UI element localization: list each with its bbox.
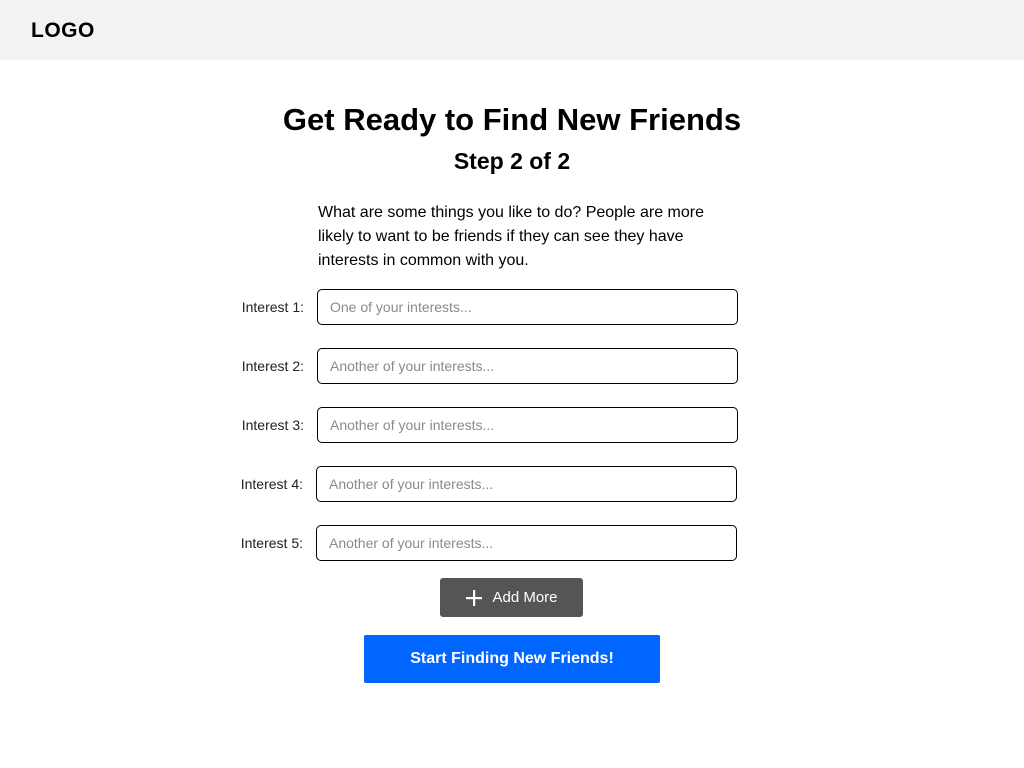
- interest-row-1: Interest 1:: [230, 289, 740, 325]
- interest-row-3: Interest 3:: [230, 407, 740, 443]
- page-title: Get Ready to Find New Friends: [282, 102, 742, 137]
- interest-label-4: Interest 4:: [240, 476, 303, 492]
- plus-icon: [465, 589, 483, 607]
- start-button-label: Start Finding New Friends!: [410, 650, 614, 667]
- step-indicator: Step 2 of 2: [453, 148, 571, 174]
- header-bar: LOGO: [0, 0, 1024, 60]
- interest-label-5: Interest 5:: [240, 535, 303, 551]
- logo[interactable]: LOGO: [31, 18, 95, 44]
- interest-input-4[interactable]: [316, 466, 737, 502]
- interest-input-5[interactable]: [316, 525, 737, 561]
- interest-input-3[interactable]: [317, 407, 738, 443]
- instructions-text: What are some things you like to do? Peo…: [318, 204, 704, 269]
- add-more-label: Add More: [492, 589, 558, 606]
- interest-row-2: Interest 2:: [230, 348, 740, 384]
- start-finding-friends-button[interactable]: Start Finding New Friends!: [364, 635, 660, 683]
- interest-label-1: Interest 1:: [241, 299, 304, 315]
- interest-row-4: Interest 4:: [229, 466, 739, 502]
- interest-input-2[interactable]: [317, 348, 738, 384]
- interest-input-1[interactable]: [317, 289, 738, 325]
- add-more-button[interactable]: Add More: [440, 578, 583, 617]
- interest-label-3: Interest 3:: [241, 417, 304, 433]
- interest-row-5: Interest 5:: [229, 525, 739, 561]
- interest-label-2: Interest 2:: [241, 358, 304, 374]
